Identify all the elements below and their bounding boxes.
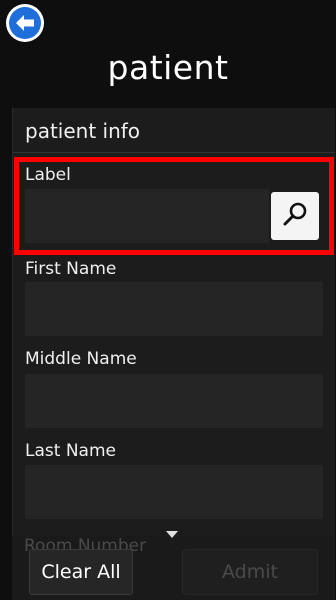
- section-title: patient info: [25, 119, 141, 143]
- clear-all-button[interactable]: Clear All: [29, 549, 133, 595]
- back-button[interactable]: [6, 4, 44, 42]
- page-title: patient: [107, 48, 229, 87]
- middle-name-input[interactable]: [25, 374, 323, 428]
- highlight-box: [14, 157, 334, 255]
- app-screen: patient patient info Label First Name Mi…: [0, 0, 336, 600]
- admit-button[interactable]: Admit: [182, 549, 318, 595]
- section-divider: [13, 152, 335, 153]
- arrow-left-icon: [7, 5, 43, 41]
- first-name-label: First Name: [25, 259, 117, 279]
- last-name-input[interactable]: [25, 465, 323, 519]
- first-name-input[interactable]: [25, 282, 323, 336]
- scroll-down-indicator-icon[interactable]: [166, 531, 178, 538]
- last-name-label: Last Name: [25, 441, 116, 461]
- middle-name-label: Middle Name: [25, 349, 137, 369]
